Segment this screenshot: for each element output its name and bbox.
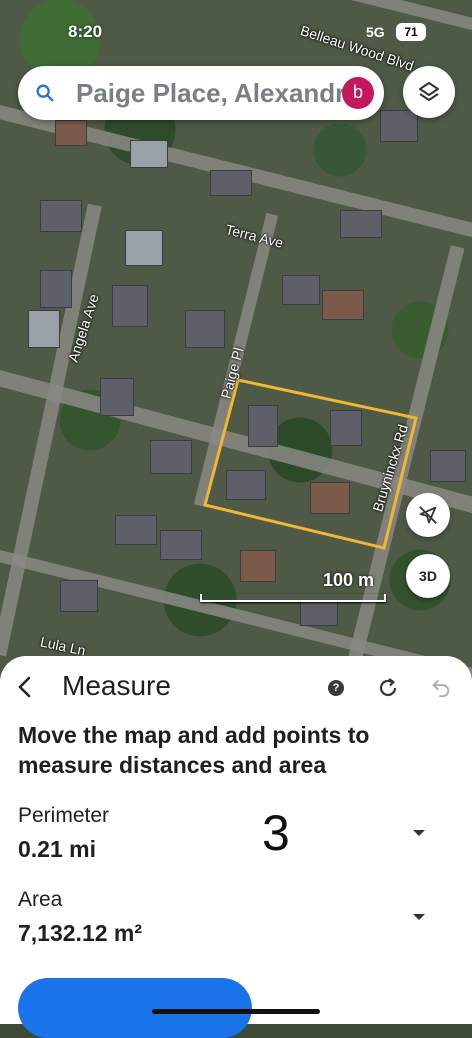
help-icon[interactable]: ?: [328, 680, 344, 696]
battery-icon: 71: [396, 23, 426, 41]
network-indicator: 5G: [366, 24, 385, 40]
points-count: 3: [262, 805, 290, 861]
status-time: 8:20: [68, 22, 103, 41]
perimeter-label: Perimeter: [18, 804, 110, 827]
scale-label: 100 m: [322, 570, 374, 590]
scale-line: [200, 594, 386, 602]
area-dropdown-icon[interactable]: [413, 914, 425, 920]
compass-button[interactable]: [406, 493, 450, 537]
3d-button[interactable]: 3D: [406, 554, 450, 598]
area-value: 7,132.12 m²: [18, 920, 143, 946]
layers-icon: [419, 82, 439, 101]
undo-icon[interactable]: [430, 676, 452, 698]
back-arrow-icon[interactable]: [14, 674, 36, 700]
measure-panel: Measure ? Move the map and add points to…: [0, 656, 472, 1038]
scale-bar: 100 m: [200, 570, 386, 604]
navigation-off-icon: [419, 506, 437, 524]
perimeter-dropdown-icon[interactable]: [413, 830, 425, 836]
layers-button[interactable]: [403, 66, 455, 118]
status-bar: 8:20 5G 71: [0, 22, 472, 46]
home-indicator: [152, 1009, 320, 1014]
search-input[interactable]: Paige Place, Alexandria: [76, 78, 346, 109]
area-label: Area: [18, 888, 63, 911]
search-bar[interactable]: Paige Place, Alexandria b: [18, 66, 384, 120]
search-icon: [36, 84, 54, 102]
panel-title: Measure: [62, 670, 171, 701]
redo-icon[interactable]: [376, 676, 400, 700]
perimeter-value: 0.21 mi: [18, 836, 96, 862]
add-point-button[interactable]: [18, 978, 252, 1038]
avatar[interactable]: b: [342, 77, 374, 109]
instruction-text: Move the map and add points to measure d…: [18, 722, 370, 778]
